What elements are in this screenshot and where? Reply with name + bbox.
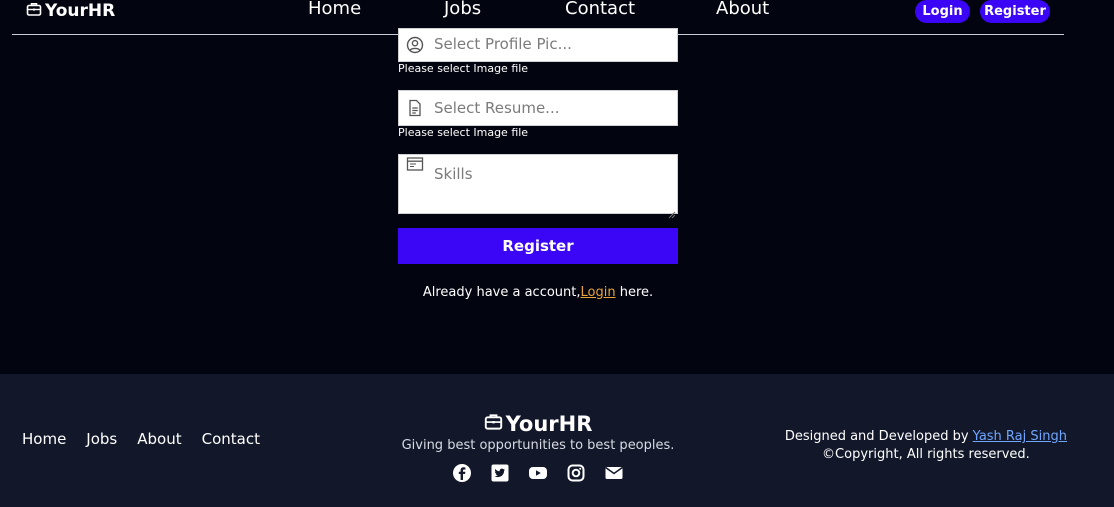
nav-contact[interactable]: Contact [565,0,635,20]
brand-logo[interactable]: YourHR [26,0,115,22]
resume-placeholder: Select Resume... [434,99,560,117]
nav-about[interactable]: About [716,0,769,20]
resume-hint: Please select Image file [398,126,529,139]
social-links [452,463,624,483]
brand-name: YourHR [45,1,116,21]
login-button[interactable]: Login [915,0,970,23]
login-prompt-suffix: here. [615,285,654,300]
footer-brand-name: YourHR [505,412,593,436]
document-icon [406,99,424,117]
instagram-icon[interactable] [566,463,586,483]
login-prompt-prefix: Already have a account, [422,285,581,300]
resume-input[interactable]: Select Resume... [398,90,678,126]
profile-pic-placeholder: Select Profile Pic... [434,35,572,53]
facebook-icon[interactable] [452,463,472,483]
register-submit-button[interactable]: Register [398,228,678,264]
profile-pic-hint: Please select Image file [398,62,529,75]
nav-home[interactable]: Home [308,0,361,20]
designed-by-line: Designed and Developed by Yash Raj Singh [785,428,1067,446]
user-circle-icon [406,36,424,54]
mail-icon[interactable] [604,463,624,483]
skills-textarea[interactable]: Skills [398,154,678,219]
resize-handle-icon[interactable] [668,204,676,219]
page: YourHR Home Jobs Contact About Login Reg… [0,0,1114,507]
briefcase-icon [26,1,42,22]
nav-jobs[interactable]: Jobs [444,0,481,20]
skills-placeholder: Skills [434,165,473,183]
card-icon [406,156,424,174]
login-link[interactable]: Login [581,285,616,300]
profile-pic-input[interactable]: Select Profile Pic... [398,28,678,62]
footer: Home Jobs About Contact YourHR Giving be… [0,374,1114,507]
briefcase-icon [484,412,503,436]
twitter-icon[interactable] [490,463,510,483]
register-nav-button[interactable]: Register [980,0,1050,23]
copyright-text: ©Copyright, All rights reserved. [822,447,1030,462]
designer-link[interactable]: Yash Raj Singh [973,429,1067,444]
footer-credits: Designed and Developed by Yash Raj Singh… [785,428,1067,464]
designed-by-prefix: Designed and Developed by [784,429,973,444]
youtube-icon[interactable] [528,463,548,483]
login-prompt: Already have a account,Login here. [398,285,678,300]
